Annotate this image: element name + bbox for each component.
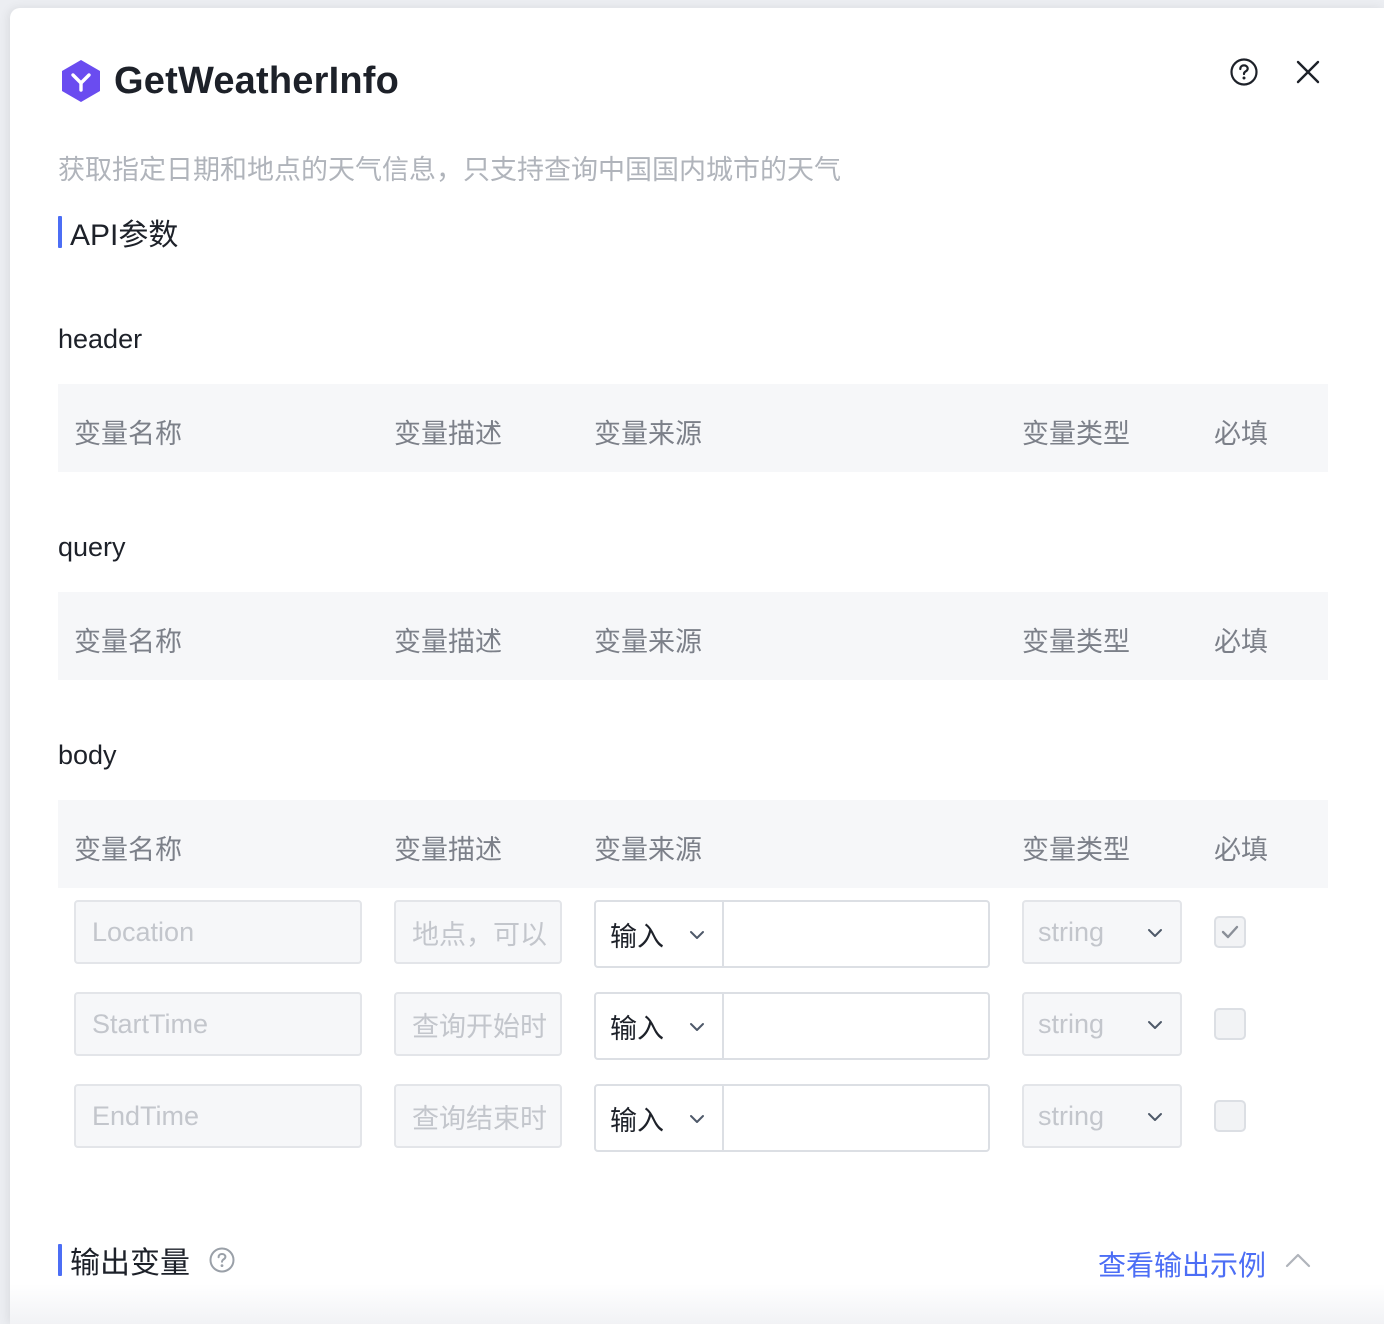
source-select-value: 输入 <box>610 1105 664 1136</box>
chevron-down-icon <box>690 931 704 939</box>
required-checkbox <box>1214 916 1246 948</box>
col-type: 变量类型 <box>1022 627 1130 657</box>
output-vars-label: 输出变量 <box>70 1247 190 1280</box>
chevron-down-icon <box>690 1115 704 1123</box>
query-table-head: 变量名称 变量描述 变量来源 变量类型 必填 <box>58 592 1328 680</box>
header-table-head: 变量名称 变量描述 变量来源 变量类型 必填 <box>58 384 1328 472</box>
param-name-field: StartTime <box>74 992 362 1056</box>
col-required: 必填 <box>1214 627 1268 657</box>
col-name: 变量名称 <box>74 419 182 449</box>
source-select-value: 输入 <box>610 921 664 952</box>
view-output-example-link[interactable]: 查看输出示例 <box>1098 1244 1266 1284</box>
col-required: 必填 <box>1214 835 1268 865</box>
source-value-input[interactable] <box>722 992 990 1060</box>
param-name-field: EndTime <box>74 1084 362 1148</box>
col-type: 变量类型 <box>1022 835 1130 865</box>
source-value-input[interactable] <box>722 1084 990 1152</box>
question-circle-icon[interactable] <box>208 1246 236 1274</box>
query-group-label: query <box>58 532 126 562</box>
body-param-row: EndTime 查询结束时 输入 string <box>58 1084 1328 1152</box>
header-group-label: header <box>58 324 143 354</box>
source-value-input[interactable] <box>722 900 990 968</box>
chevron-down-icon <box>1148 1113 1162 1121</box>
source-select[interactable]: 输入 <box>594 992 724 1060</box>
output-vars-section-title: 输出变量 <box>58 1244 190 1280</box>
check-icon <box>1221 925 1239 939</box>
body-param-row: StartTime 查询开始时 输入 string <box>58 992 1328 1060</box>
plugin-title: GetWeatherInfo <box>114 59 400 102</box>
body-param-row: Location 地点，可以 输入 string <box>58 900 1328 968</box>
col-source: 变量来源 <box>594 627 702 657</box>
chevron-up-icon[interactable] <box>1284 1248 1312 1272</box>
plugin-detail-drawer: GetWeatherInfo 获取指定日期和地点的天气信息，只支持查询中国国内城… <box>10 8 1384 1324</box>
source-select-value: 输入 <box>610 1013 664 1044</box>
type-select-value: string <box>1038 916 1105 947</box>
type-select: string <box>1022 992 1182 1056</box>
col-required: 必填 <box>1214 419 1268 449</box>
col-source: 变量来源 <box>594 835 702 865</box>
required-checkbox <box>1214 1008 1246 1040</box>
question-circle-icon <box>1230 58 1258 86</box>
col-source: 变量来源 <box>594 419 702 449</box>
section-accent-bar <box>58 1244 62 1276</box>
close-icon <box>1296 60 1320 84</box>
param-desc-field: 查询结束时 <box>394 1084 562 1148</box>
col-desc: 变量描述 <box>394 627 502 657</box>
col-desc: 变量描述 <box>394 835 502 865</box>
chevron-down-icon <box>1148 1021 1162 1029</box>
section-accent-bar <box>58 216 62 248</box>
col-type: 变量类型 <box>1022 419 1130 449</box>
chevron-down-icon <box>690 1023 704 1031</box>
type-select-value: string <box>1038 1008 1105 1039</box>
bottom-fade <box>10 1284 1384 1324</box>
source-select[interactable]: 输入 <box>594 900 724 968</box>
plugin-description: 获取指定日期和地点的天气信息，只支持查询中国国内城市的天气 <box>58 155 841 185</box>
col-name: 变量名称 <box>74 835 182 865</box>
title-row: GetWeatherInfo <box>60 58 399 104</box>
source-select[interactable]: 输入 <box>594 1084 724 1152</box>
param-desc-field: 查询开始时 <box>394 992 562 1056</box>
type-select: string <box>1022 1084 1182 1148</box>
col-name: 变量名称 <box>74 627 182 657</box>
body-table-head: 变量名称 变量描述 变量来源 变量类型 必填 <box>58 800 1328 888</box>
param-name-field: Location <box>74 900 362 964</box>
param-desc-field: 地点，可以 <box>394 900 562 964</box>
close-button[interactable] <box>1292 56 1324 88</box>
plugin-logo-icon <box>62 60 100 102</box>
api-params-label: API参数 <box>70 219 179 252</box>
help-button[interactable] <box>1228 56 1260 88</box>
chevron-down-icon <box>1148 929 1162 937</box>
type-select: string <box>1022 900 1182 964</box>
col-desc: 变量描述 <box>394 419 502 449</box>
api-params-section-title: API参数 <box>58 216 178 252</box>
body-group-label: body <box>58 740 117 770</box>
required-checkbox <box>1214 1100 1246 1132</box>
output-vars-row: 输出变量 查看输出示例 <box>58 1242 1328 1281</box>
type-select-value: string <box>1038 1100 1105 1131</box>
